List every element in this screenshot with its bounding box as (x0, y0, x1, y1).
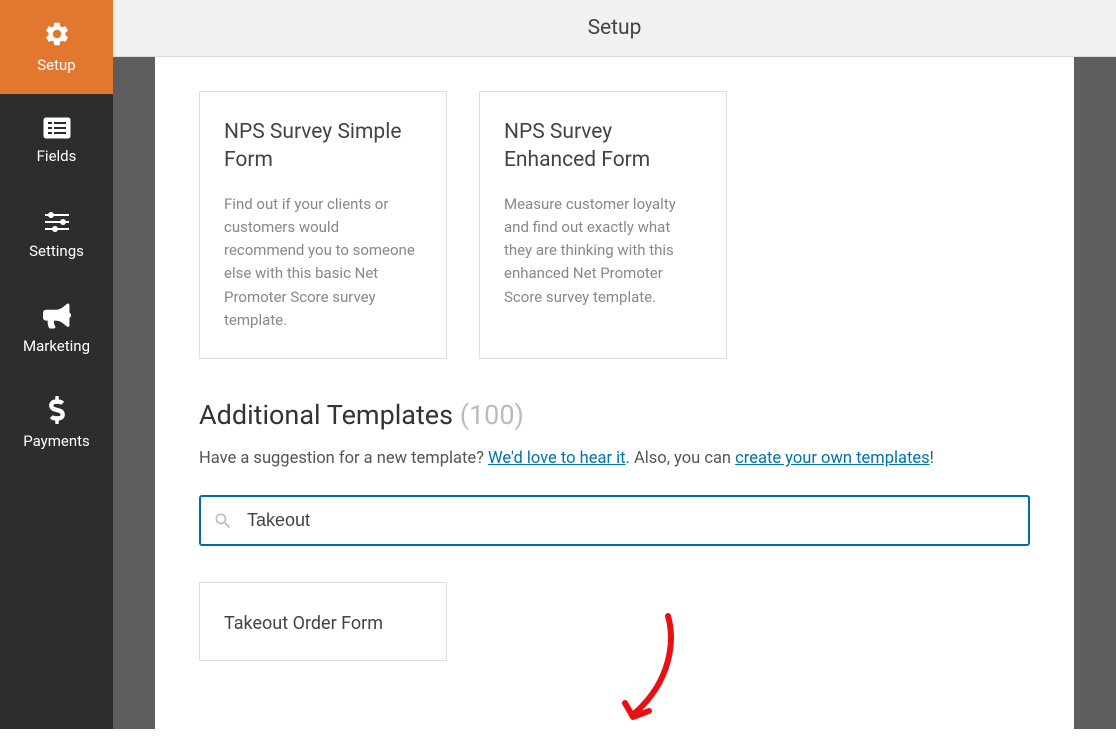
additional-templates-text: Have a suggestion for a new template? We… (199, 445, 1030, 473)
search-icon (213, 511, 233, 531)
sidebar-item-label: Payments (23, 432, 90, 450)
sidebar-item-fields[interactable]: Fields (0, 94, 113, 188)
sidebar-item-label: Marketing (23, 337, 90, 355)
bullhorn-icon (43, 303, 71, 329)
template-card-title: Takeout Order Form (224, 613, 422, 634)
create-own-link[interactable]: create your own templates (735, 449, 929, 468)
template-card-nps-enhanced[interactable]: NPS Survey Enhanced Form Measure custome… (479, 91, 727, 359)
sidebar: Setup Fields Settings Marketing Payments (0, 0, 113, 729)
template-card-desc: Find out if your clients or customers wo… (224, 193, 422, 333)
templates-count: (100) (460, 399, 524, 431)
additional-templates-heading: Additional Templates (100) (199, 399, 1030, 431)
sidebar-item-marketing[interactable]: Marketing (0, 282, 113, 376)
search-input[interactable] (199, 495, 1030, 546)
arrow-annotation-icon (613, 611, 693, 741)
page-title: Setup (588, 16, 642, 40)
sidebar-item-label: Fields (37, 147, 77, 165)
gear-icon (43, 20, 71, 48)
template-card-title: NPS Survey Enhanced Form (504, 118, 702, 175)
dollar-icon (48, 396, 66, 424)
list-icon (43, 117, 71, 139)
template-card-desc: Measure customer loyalty and find out ex… (504, 193, 702, 309)
sidebar-item-settings[interactable]: Settings (0, 188, 113, 282)
sidebar-item-setup[interactable]: Setup (0, 0, 113, 94)
sidebar-item-label: Settings (29, 242, 84, 260)
template-card-title: NPS Survey Simple Form (224, 118, 422, 175)
suggestion-link[interactable]: We'd love to hear it (488, 449, 626, 468)
template-card-takeout[interactable]: Takeout Order Form (199, 582, 447, 661)
sliders-icon (43, 210, 71, 234)
sidebar-item-label: Setup (37, 56, 75, 74)
template-card-nps-simple[interactable]: NPS Survey Simple Form Find out if your … (199, 91, 447, 359)
sidebar-item-payments[interactable]: Payments (0, 376, 113, 470)
page-header: Setup (113, 0, 1116, 57)
